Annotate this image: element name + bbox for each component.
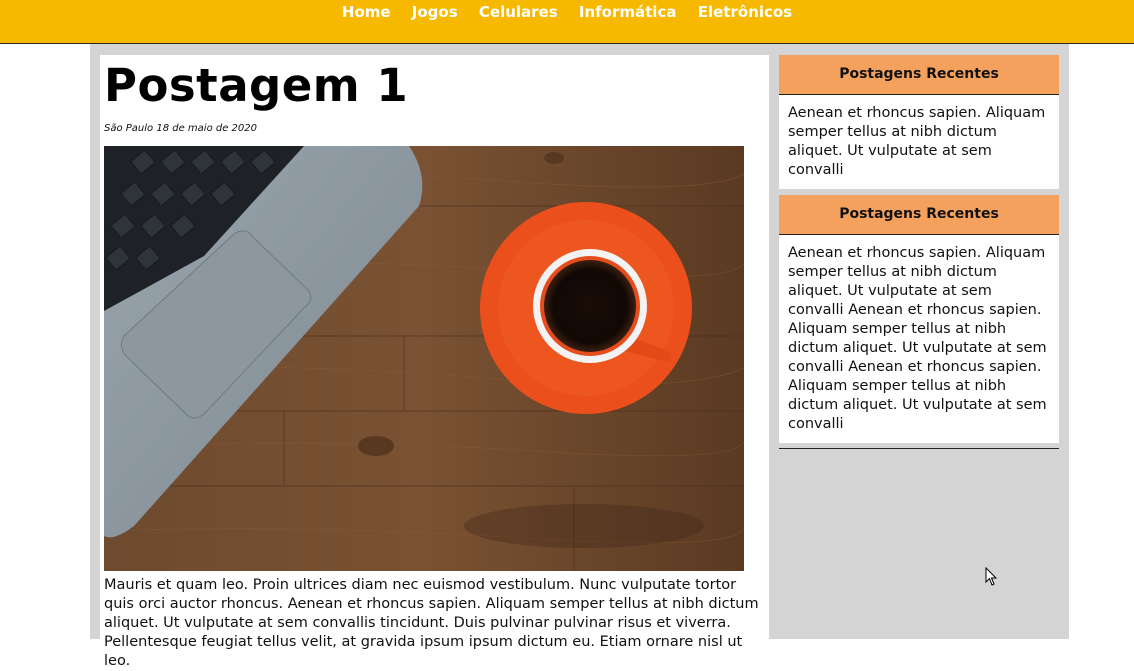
nav-item-celulares[interactable]: Celulares <box>479 3 558 21</box>
sidebar: Postagens Recentes Aenean et rhoncus sap… <box>779 55 1059 449</box>
post-body: Mauris et quam leo. Proin ultrices diam … <box>104 577 759 669</box>
nav-item-jogos[interactable]: Jogos <box>412 3 458 21</box>
mouse-cursor-icon <box>985 567 998 586</box>
top-navbar: Home Jogos Celulares Informática Eletrôn… <box>0 0 1134 44</box>
widget-text: Aenean et rhoncus sapien. Aliquam semper… <box>788 105 1046 178</box>
widget-title: Postagens Recentes <box>779 195 1059 235</box>
widget-text: Aenean et rhoncus sapien. Aliquam semper… <box>788 245 1047 432</box>
nav-item-eletronicos[interactable]: Eletrônicos <box>698 3 792 21</box>
post-date: São Paulo 18 de maio de 2020 <box>104 123 257 134</box>
recent-posts-widget: Postagens Recentes Aenean et rhoncus sap… <box>779 195 1059 443</box>
post-image <box>104 146 744 571</box>
sidebar-divider <box>779 448 1059 449</box>
main-nav: Home Jogos Celulares Informática Eletrôn… <box>0 3 1134 21</box>
nav-item-home[interactable]: Home <box>342 3 391 21</box>
widget-title: Postagens Recentes <box>779 55 1059 95</box>
page-container: Postagem 1 São Paulo 18 de maio de 2020 <box>90 44 1069 669</box>
main-content: Postagem 1 São Paulo 18 de maio de 2020 <box>100 55 769 669</box>
recent-posts-widget: Postagens Recentes Aenean et rhoncus sap… <box>779 55 1059 189</box>
nav-item-informatica[interactable]: Informática <box>579 3 677 21</box>
post-title: Postagem 1 <box>104 59 409 112</box>
